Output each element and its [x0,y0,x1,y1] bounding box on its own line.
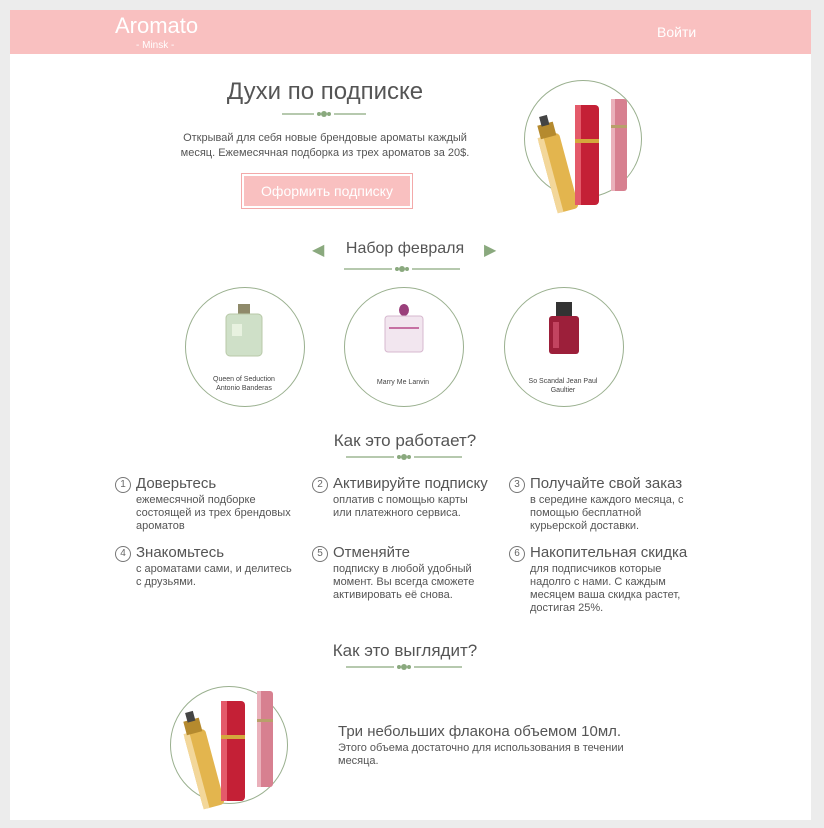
step-title: Доверьтесь [136,475,217,492]
perfume-vials-image [524,80,642,214]
page: Aromato - Minsk - Войти Духи по подписке… [10,10,811,820]
step-line: надолго с нами. С каждым [530,576,666,588]
product-name-line: Gaultier [550,387,576,394]
product-card[interactable]: So Scandal Jean Paul Gaultier [504,287,624,407]
step-line: достигая 25%. [530,602,604,614]
step-line: или платежного сервиса. [333,507,461,519]
product-name-line: Marry Me Lanvin [376,379,430,386]
step-line: помощью бесплатной [530,507,642,519]
step-number-icon: 2 [312,477,328,493]
product-name: Marry Me Lanvin [353,378,453,387]
header: Aromato - Minsk - Войти [10,10,811,54]
hero-title: Духи по подписке [226,78,424,105]
step-title: Активируйте подписку [333,475,488,492]
step-line: ароматов [136,520,185,532]
product-name-line: So Scandal Jean Paul [528,378,598,385]
step-title: Отменяйте [333,544,411,561]
step-title: Знакомьтесь [136,544,225,561]
logo[interactable]: Aromato [115,13,198,39]
step-title: Накопительная скидка [530,544,688,561]
step-number-icon: 5 [312,546,328,562]
step-line: с друзьями. [136,576,196,588]
step-line: месяцем ваша скидка растет, [530,589,681,601]
step-line: ежемесячной подборке [136,494,256,506]
hero-text-line: Открывай для себя новые брендовые аромат… [183,132,467,144]
subscribe-button[interactable]: Оформить подписку [241,173,413,209]
look-text: Этого объема достаточно для использовани… [338,742,624,768]
step-title: Получайте свой заказ [530,475,683,492]
look-title: Как это выглядит? [332,641,478,660]
step-line: для подписчиков которые [530,563,662,575]
step-number-icon: 6 [509,546,525,562]
hero-text: Открывай для себя новые брендовые аромат… [160,131,490,161]
step-description: для подписчиков которые надолго с нами. … [530,563,680,615]
perfume-bottle-icon [225,304,263,357]
perfume-bottle-icon [384,304,424,353]
product-card[interactable]: Queen of Seduction Antonio Banderas [185,287,305,407]
step-description: подписку в любой удобный момент. Вы всег… [333,563,474,602]
step-line: состоящей из трех брендовых [136,507,291,519]
step-line: подписку в любой удобный [333,563,472,575]
step-number-icon: 1 [115,477,131,493]
set-title: Набор февраля [345,240,465,257]
city-label: - Minsk - [136,40,175,51]
chevron-left-icon[interactable]: ◀ [312,240,324,260]
product-name-line: Queen of Seduction [213,376,275,383]
step-description: с ароматами сами, и делитесь с друзьями. [136,563,292,589]
chevron-right-icon[interactable]: ▶ [484,240,496,260]
ornament-divider [346,663,462,671]
product-name: Queen of Seduction Antonio Banderas [194,375,294,393]
look-text-line: Этого объема достаточно для использовани… [338,742,624,754]
step-number-icon: 3 [509,477,525,493]
product-card[interactable]: Marry Me Lanvin [344,287,464,407]
look-text-line: месяца. [338,755,379,767]
step-line: оплатив с помощью карты [333,494,468,506]
ornament-divider [344,265,460,273]
step-line: курьерской доставки. [530,520,640,532]
step-description: в середине каждого месяца, с помощью бес… [530,494,684,533]
product-name: So Scandal Jean Paul Gaultier [513,377,613,395]
product-name-line: Antonio Banderas [216,385,272,392]
login-link[interactable]: Войти [657,24,696,40]
step-line: с ароматами сами, и делитесь [136,563,292,575]
step-description: оплатив с помощью карты или платежного с… [333,494,468,520]
ornament-divider [282,110,366,118]
perfume-vials-image [170,686,288,810]
perfume-bottle-icon [549,302,579,354]
step-line: в середине каждого месяца, с [530,494,684,506]
step-line: активировать её снова. [333,589,453,601]
hero-text-line: месяц. Ежемесячная подборка из трех аром… [180,147,470,159]
step-number-icon: 4 [115,546,131,562]
how-title: Как это работает? [333,431,477,450]
step-description: ежемесячной подборке состоящей из трех б… [136,494,291,533]
look-headline: Три небольших флакона объемом 10мл. [338,723,622,740]
ornament-divider [346,453,462,461]
step-line: момент. Вы всегда сможете [333,576,475,588]
